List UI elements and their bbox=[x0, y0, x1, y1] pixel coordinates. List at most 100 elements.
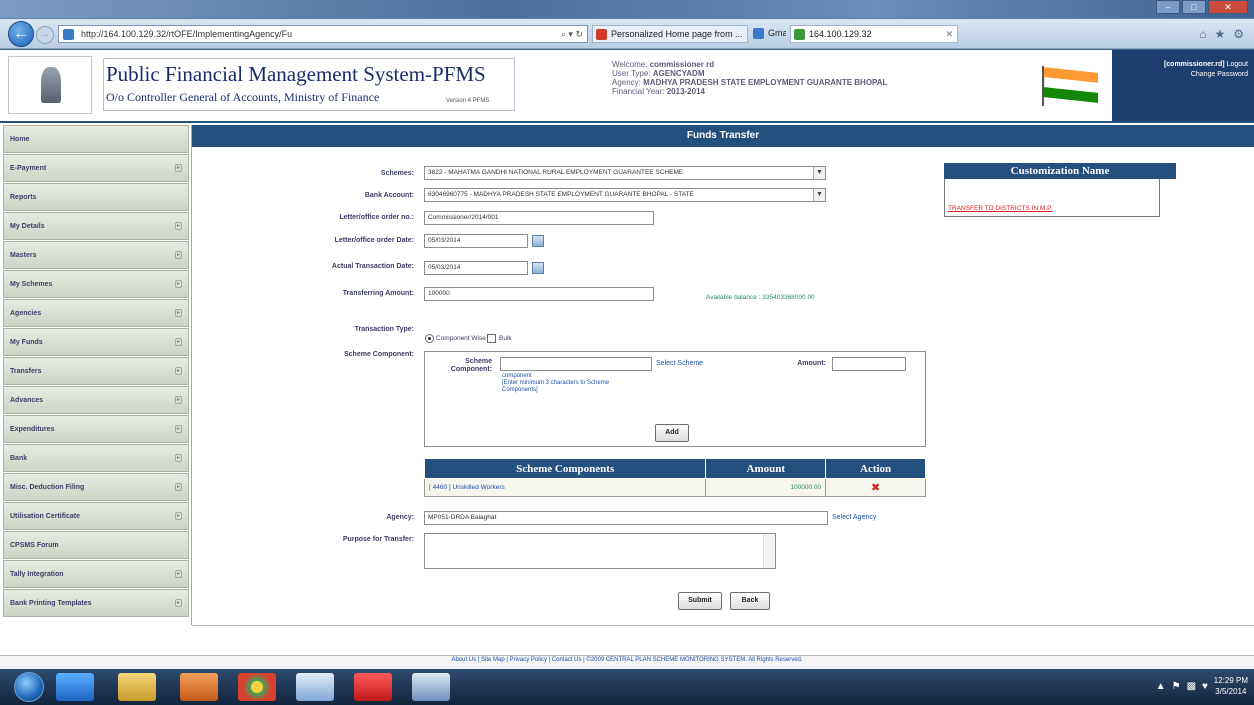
submenu-arrow-icon: ▸ bbox=[175, 164, 182, 172]
sidebar-item[interactable]: Tally Integration ▸ bbox=[3, 560, 189, 588]
back-arrow-icon[interactable]: ← bbox=[8, 21, 34, 47]
component-cell[interactable]: [ 4460 ] Unskilled Workers bbox=[423, 478, 707, 497]
clock[interactable]: 12:29 PM 3/5/2014 bbox=[1214, 675, 1248, 697]
transaction-type-label: Transaction Type: bbox=[354, 326, 414, 333]
textarea-scrollbar[interactable] bbox=[763, 534, 775, 568]
purpose-textarea[interactable] bbox=[424, 533, 776, 569]
sidebar-item[interactable]: Expenditures ▸ bbox=[3, 415, 189, 443]
national-emblem-logo bbox=[8, 56, 92, 114]
browser-tab[interactable]: Personalized Home page from ... bbox=[592, 25, 748, 43]
start-button-icon[interactable] bbox=[14, 672, 44, 702]
sidebar-item[interactable]: E-Payment ▸ bbox=[3, 154, 189, 182]
gear-icon[interactable]: ⚙ bbox=[1233, 27, 1244, 41]
submenu-arrow-icon: ▸ bbox=[175, 251, 182, 259]
favorites-star-icon[interactable]: ★ bbox=[1214, 27, 1225, 41]
table-header-component: Scheme Components bbox=[423, 458, 707, 479]
media-player-icon[interactable] bbox=[180, 673, 218, 701]
customization-link[interactable]: TRANSFER TO DISTRICTS IN M.P. bbox=[948, 205, 1052, 212]
sidebar-item[interactable]: Misc. Deduction Filing ▸ bbox=[3, 473, 189, 501]
add-button[interactable]: Add bbox=[655, 424, 689, 442]
sidebar-item[interactable]: Utilisation Certificate ▸ bbox=[3, 502, 189, 530]
sidebar-item-label: My Schemes bbox=[10, 281, 53, 288]
user-type-label: User Type: bbox=[612, 69, 651, 78]
sidebar-item[interactable]: Home bbox=[3, 125, 189, 153]
sidebar-item[interactable]: My Funds ▸ bbox=[3, 328, 189, 356]
sidebar-item[interactable]: Masters ▸ bbox=[3, 241, 189, 269]
sidebar-item[interactable]: Bank ▸ bbox=[3, 444, 189, 472]
document-icon[interactable] bbox=[296, 673, 334, 701]
tab-title: 164.100.129.32 bbox=[809, 29, 872, 39]
sidebar-item[interactable]: Reports bbox=[3, 183, 189, 211]
sidebar-item[interactable]: My Schemes ▸ bbox=[3, 270, 189, 298]
welcome-user: commissioner rd bbox=[649, 60, 715, 69]
system-tray[interactable]: ▲⚑▩♥ bbox=[1156, 681, 1214, 692]
sidebar-item[interactable]: Agencies ▸ bbox=[3, 299, 189, 327]
address-controls[interactable]: ⌕ ▾ ↻ bbox=[561, 26, 583, 42]
transaction-date-input[interactable]: 05/03/2014 bbox=[424, 261, 528, 275]
file-explorer-icon[interactable] bbox=[118, 673, 156, 701]
address-bar[interactable]: http://164.100.129.32/rtOFE/Implementing… bbox=[58, 25, 588, 43]
letter-no-label: Letter/office order no.: bbox=[339, 214, 414, 221]
calendar-icon[interactable] bbox=[532, 262, 544, 274]
letter-no-input[interactable]: Commissioner/2014/001 bbox=[424, 211, 654, 225]
footer-links[interactable]: About Us | Site Map | Privacy Policy | C… bbox=[0, 657, 1254, 663]
chrome-icon[interactable] bbox=[238, 673, 276, 701]
submenu-arrow-icon: ▸ bbox=[175, 599, 182, 607]
transferring-amount-input[interactable]: 100000 bbox=[424, 287, 654, 301]
home-icon[interactable]: ⌂ bbox=[1199, 27, 1206, 41]
letter-date-label: Letter/office order Date: bbox=[334, 237, 414, 244]
browser-tab[interactable]: Gmail bbox=[750, 25, 786, 43]
purpose-label: Purpose for Transfer: bbox=[342, 536, 414, 543]
sidebar-item[interactable]: My Details ▸ bbox=[3, 212, 189, 240]
chevron-down-icon: ▼ bbox=[813, 189, 825, 201]
back-button[interactable]: Back bbox=[730, 592, 770, 610]
internet-explorer-icon[interactable] bbox=[56, 673, 94, 701]
letter-date-input[interactable]: 05/03/2014 bbox=[424, 234, 528, 248]
agency-input[interactable]: MP051-DRDA Balaghat bbox=[424, 511, 828, 525]
sidebar-item-label: Home bbox=[10, 136, 30, 143]
select-scheme-link[interactable]: Select Scheme bbox=[656, 360, 703, 367]
logout-link[interactable]: Logout bbox=[1227, 61, 1248, 68]
close-icon[interactable]: ✕ bbox=[1208, 0, 1248, 14]
scheme-select[interactable]: 3822 - MAHATMA GANDHI NATIONAL RURAL EMP… bbox=[424, 166, 826, 180]
site-subtitle: O/o Controller General of Accounts, Mini… bbox=[106, 90, 380, 104]
india-flag-icon bbox=[1040, 66, 1100, 106]
component-wise-radio[interactable] bbox=[425, 334, 434, 343]
sidebar-item-label: E-Payment bbox=[10, 165, 47, 172]
sidebar-item-label: Advances bbox=[10, 397, 44, 404]
address-url: http://164.100.129.32/rtOFE/Implementing… bbox=[81, 29, 293, 39]
sc-inner-label-2: Component: bbox=[450, 366, 492, 373]
change-password-link[interactable]: Change Password bbox=[1112, 70, 1248, 80]
submit-button[interactable]: Submit bbox=[678, 592, 722, 610]
scheme-component-input[interactable] bbox=[500, 357, 652, 371]
bank-account-select[interactable]: 63046960775 - MADHYA PRADESH STATE EMPLO… bbox=[424, 188, 826, 202]
scheme-label: Schemes: bbox=[380, 170, 414, 177]
welcome-label: Welcome: bbox=[612, 60, 648, 69]
sidebar-item[interactable]: CPSMS Forum bbox=[3, 531, 189, 559]
sidebar-item[interactable]: Transfers ▸ bbox=[3, 357, 189, 385]
sidebar-item-label: Reports bbox=[10, 194, 37, 201]
bulk-checkbox[interactable] bbox=[487, 334, 496, 343]
select-agency-link[interactable]: Select Agency bbox=[832, 514, 876, 521]
component-amount-input[interactable] bbox=[832, 357, 906, 371]
sidebar-item-label: Agencies bbox=[10, 310, 42, 317]
delete-icon[interactable]: ✖ bbox=[825, 478, 926, 497]
forward-arrow-icon[interactable]: → bbox=[36, 26, 54, 44]
airtel-icon[interactable] bbox=[354, 673, 392, 701]
agency-field-label: Agency: bbox=[386, 514, 414, 521]
tab-favicon-icon bbox=[753, 28, 764, 39]
calendar-icon[interactable] bbox=[532, 235, 544, 247]
browser-tab-active[interactable]: 164.100.129.32 ✕ bbox=[790, 25, 958, 43]
minimize-icon[interactable]: – bbox=[1156, 0, 1180, 14]
presentation-icon[interactable] bbox=[412, 673, 450, 701]
submenu-arrow-icon: ▸ bbox=[175, 338, 182, 346]
agency-label: Agency: bbox=[612, 78, 641, 87]
tab-close-icon[interactable]: ✕ bbox=[945, 26, 953, 42]
sidebar-item-label: CPSMS Forum bbox=[10, 542, 59, 549]
window-controls: – □ ✕ bbox=[1156, 0, 1248, 16]
sidebar-item[interactable]: Bank Printing Templates ▸ bbox=[3, 589, 189, 617]
sidebar-item[interactable]: Advances ▸ bbox=[3, 386, 189, 414]
sc-inner-label-1: Scheme bbox=[465, 358, 492, 365]
hint-line-2: [Enter minimum 3 characters to Scheme bbox=[502, 380, 610, 386]
maximize-icon[interactable]: □ bbox=[1182, 0, 1206, 14]
